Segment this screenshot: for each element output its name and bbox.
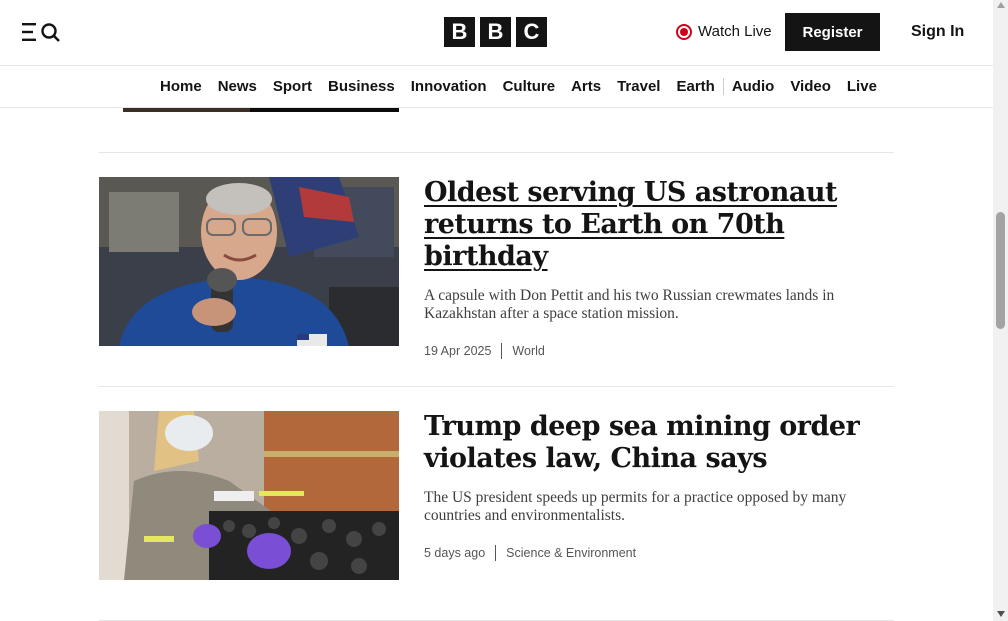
divider <box>99 152 894 153</box>
article-meta: 19 Apr 2025 World <box>424 343 894 359</box>
article-card: Trump deep sea mining order violates law… <box>99 411 894 580</box>
meta-separator <box>495 545 497 561</box>
logo-letter: B <box>480 17 511 47</box>
article-date: 19 Apr 2025 <box>424 344 492 358</box>
nav-item-live[interactable]: Live <box>847 78 877 95</box>
nav-item-home[interactable]: Home <box>160 78 202 95</box>
article-section-link[interactable]: Science & Environment <box>506 546 636 560</box>
nav-item-news[interactable]: News <box>218 78 257 95</box>
article-card: Oldest serving US astronaut returns to E… <box>99 177 894 359</box>
nav-item-business[interactable]: Business <box>328 78 395 95</box>
site-header: B B C Watch Live Register Sign In <box>0 0 993 66</box>
logo-letter: B <box>444 17 475 47</box>
register-button[interactable]: Register <box>785 13 880 51</box>
article-section-link[interactable]: World <box>512 344 544 358</box>
nav-item-arts[interactable]: Arts <box>571 78 601 95</box>
previous-article-image[interactable] <box>123 108 399 112</box>
nav-item-audio[interactable]: Audio <box>732 78 775 95</box>
nav-item-sport[interactable]: Sport <box>273 78 312 95</box>
scroll-up-icon[interactable] <box>997 2 1005 8</box>
divider <box>99 386 894 387</box>
live-icon <box>676 23 692 40</box>
article-meta: 5 days ago Science & Environment <box>424 545 894 561</box>
article-image-astronaut[interactable] <box>99 177 399 346</box>
page-scrollbar[interactable] <box>993 0 1008 621</box>
nav-item-innovation[interactable]: Innovation <box>411 78 487 95</box>
menu-search-icon[interactable] <box>22 22 62 42</box>
scrollbar-thumb[interactable] <box>996 212 1005 329</box>
article-summary: The US president speeds up permits for a… <box>424 489 847 524</box>
watch-live-link[interactable]: Watch Live <box>676 23 772 40</box>
logo-letter: C <box>516 17 547 47</box>
article-text: Trump deep sea mining order violates law… <box>424 411 894 561</box>
bbc-logo[interactable]: B B C <box>444 17 547 47</box>
article-text: Oldest serving US astronaut returns to E… <box>424 177 894 359</box>
article-summary: A capsule with Don Pettit and his two Ru… <box>424 287 835 322</box>
nav-item-culture[interactable]: Culture <box>503 78 556 95</box>
main-nav: Home News Sport Business Innovation Cult… <box>0 66 993 108</box>
scroll-down-icon[interactable] <box>997 611 1005 617</box>
watch-live-label: Watch Live <box>698 23 772 40</box>
nav-item-video[interactable]: Video <box>790 78 831 95</box>
article-image-mining[interactable] <box>99 411 399 580</box>
nav-item-travel[interactable]: Travel <box>617 78 660 95</box>
article-headline[interactable]: Oldest serving US astronaut returns to E… <box>424 177 894 273</box>
article-date: 5 days ago <box>424 546 486 560</box>
nav-item-earth[interactable]: Earth <box>676 78 724 95</box>
meta-separator <box>501 343 503 359</box>
sign-in-link[interactable]: Sign In <box>911 23 964 41</box>
article-headline[interactable]: Trump deep sea mining order violates law… <box>424 411 894 475</box>
